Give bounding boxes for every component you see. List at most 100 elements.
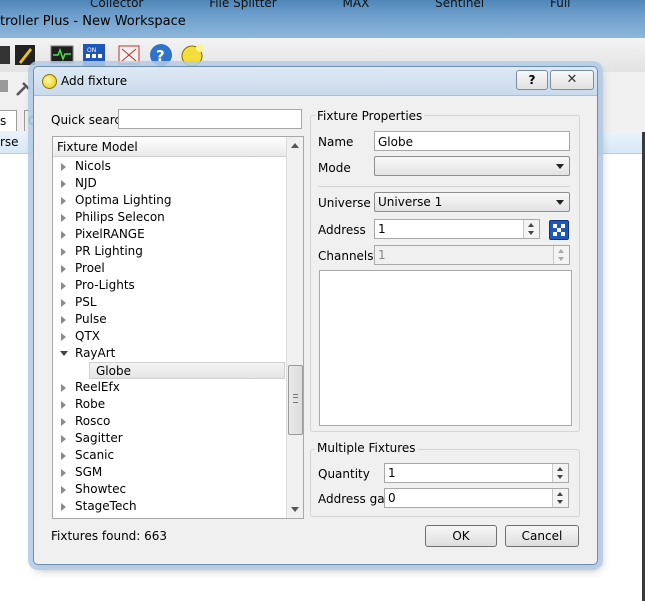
name-field[interactable] xyxy=(374,131,570,151)
mode-label: Mode xyxy=(318,161,351,175)
mode-select[interactable] xyxy=(374,156,570,176)
address-gap-stepper[interactable] xyxy=(552,489,568,507)
cancel-button[interactable]: Cancel xyxy=(505,525,579,547)
tree-collapsed-arrow-icon[interactable] xyxy=(61,418,66,426)
spin-down-icon[interactable] xyxy=(557,500,563,504)
tree-item-manufacturer[interactable]: Showtec xyxy=(53,481,286,498)
tree-item-manufacturer[interactable]: RayArt xyxy=(53,345,286,362)
tree-collapsed-arrow-icon[interactable] xyxy=(61,401,66,409)
universe-value: Universe 1 xyxy=(378,195,443,209)
address-gap-spinbox[interactable]: 0 xyxy=(384,488,569,508)
quick-search-input[interactable] xyxy=(122,111,301,129)
tree-collapsed-arrow-icon[interactable] xyxy=(61,452,66,460)
taskbar-item: File Splitter xyxy=(209,0,277,10)
tree-item-manufacturer[interactable]: SGM xyxy=(53,464,286,481)
name-input[interactable] xyxy=(378,133,569,151)
about-bulb-icon[interactable] xyxy=(181,43,205,67)
tree-item-manufacturer[interactable]: PR Lighting xyxy=(53,243,286,260)
tree-item-manufacturer[interactable]: Nicols xyxy=(53,158,286,175)
partial-toolbar-icon[interactable] xyxy=(0,80,8,92)
monitor-icon[interactable] xyxy=(50,43,74,67)
tree-collapsed-arrow-icon[interactable] xyxy=(61,299,66,307)
quick-search-field[interactable] xyxy=(118,109,302,129)
tree-item-manufacturer[interactable]: Proel xyxy=(53,260,286,277)
fixture-model-tree[interactable]: Fixture Model Nicols NJD Optima Lighting Ph… xyxy=(52,136,304,519)
tree-item-manufacturer[interactable]: PixelRANGE xyxy=(53,226,286,243)
tree-collapsed-arrow-icon[interactable] xyxy=(61,197,66,205)
tree-collapsed-arrow-icon[interactable] xyxy=(61,163,66,171)
dmx-grid-icon xyxy=(553,224,565,236)
tree-item-manufacturer[interactable]: Sagitter xyxy=(53,430,286,447)
quantity-label: Quantity xyxy=(318,467,370,481)
scroll-down-arrow-icon[interactable] xyxy=(291,507,299,512)
tree-item-manufacturer[interactable]: PSL xyxy=(53,294,286,311)
tree-collapsed-arrow-icon[interactable] xyxy=(61,282,66,290)
column-header-universe: rse xyxy=(0,135,19,149)
tree-item-manufacturer[interactable]: Robe xyxy=(53,396,286,413)
tree-collapsed-arrow-icon[interactable] xyxy=(61,180,66,188)
tree-item-label: Optima Lighting xyxy=(75,193,172,207)
tree-collapsed-arrow-icon[interactable] xyxy=(61,316,66,324)
tree-expanded-arrow-icon[interactable] xyxy=(60,351,68,356)
help-button[interactable]: ? xyxy=(516,70,548,90)
tree-header-fixture-model[interactable]: Fixture Model xyxy=(53,137,286,157)
name-label: Name xyxy=(318,135,354,149)
tab-partial-1[interactable]: s xyxy=(0,110,17,131)
taskbar-item: MAX xyxy=(342,0,370,10)
toolbar-partial-icon[interactable] xyxy=(0,43,14,67)
tree-item-model[interactable]: Globe xyxy=(89,362,285,379)
tree-item-label: Pulse xyxy=(75,312,107,326)
bulb-icon xyxy=(42,74,57,89)
tree-collapsed-arrow-icon[interactable] xyxy=(61,435,66,443)
scroll-up-arrow-icon[interactable] xyxy=(291,143,299,148)
taskbar-item: Full xyxy=(549,0,571,10)
universe-select[interactable]: Universe 1 xyxy=(374,192,570,212)
ok-button[interactable]: OK xyxy=(425,525,497,547)
tree-item-manufacturer[interactable]: ReelEfx xyxy=(53,379,286,396)
tree-item-manufacturer[interactable]: StageTech xyxy=(53,498,286,515)
spin-down-icon[interactable] xyxy=(557,475,563,479)
address-value: 1 xyxy=(378,222,386,236)
spin-up-icon xyxy=(558,249,564,253)
tree-collapsed-arrow-icon[interactable] xyxy=(61,469,66,477)
tree-item-manufacturer[interactable]: Philips Selecon xyxy=(53,209,286,226)
quantity-stepper[interactable] xyxy=(552,464,568,482)
tree-item-manufacturer[interactable]: Rosco xyxy=(53,413,286,430)
dialog-titlebar: Add fixture ? ✕ xyxy=(34,67,597,96)
tree-collapsed-arrow-icon[interactable] xyxy=(61,384,66,392)
close-button[interactable]: ✕ xyxy=(550,70,594,90)
tree-collapsed-arrow-icon[interactable] xyxy=(61,231,66,239)
spin-up-icon[interactable] xyxy=(557,467,563,471)
tree-collapsed-arrow-icon[interactable] xyxy=(61,503,66,511)
edit-pencil-icon[interactable] xyxy=(13,43,37,67)
tree-collapsed-arrow-icon[interactable] xyxy=(61,214,66,222)
address-stepper[interactable] xyxy=(523,220,539,238)
tree-collapsed-arrow-icon[interactable] xyxy=(61,265,66,273)
tree-item-manufacturer[interactable]: Pro-Lights xyxy=(53,277,286,294)
tree-item-manufacturer[interactable]: NJD xyxy=(53,175,286,192)
fullscreen-icon[interactable] xyxy=(117,43,141,67)
tree-collapsed-arrow-icon[interactable] xyxy=(61,248,66,256)
wrench-icon[interactable] xyxy=(14,80,32,98)
spin-up-icon[interactable] xyxy=(528,223,534,227)
spin-up-icon[interactable] xyxy=(557,492,563,496)
dmx-output-icon[interactable]: ON xyxy=(82,43,106,67)
address-label: Address xyxy=(318,223,366,237)
tree-item-manufacturer[interactable]: Optima Lighting xyxy=(53,192,286,209)
quantity-spinbox[interactable]: 1 xyxy=(384,463,569,483)
tree-item-label: RayArt xyxy=(75,346,116,360)
tree-item-manufacturer[interactable]: Pulse xyxy=(53,311,286,328)
channel-list[interactable] xyxy=(319,270,572,426)
svg-text:?: ? xyxy=(156,47,165,65)
scrollbar-thumb[interactable] xyxy=(288,365,303,435)
tree-collapsed-arrow-icon[interactable] xyxy=(61,486,66,494)
add-fixture-dialog: Add fixture ? ✕ Quick search Fixture Mod… xyxy=(33,66,598,565)
address-spinbox[interactable]: 1 xyxy=(374,219,540,239)
spin-down-icon[interactable] xyxy=(528,231,534,235)
tree-item-manufacturer[interactable]: Scanic xyxy=(53,447,286,464)
tree-collapsed-arrow-icon[interactable] xyxy=(61,333,66,341)
help-icon[interactable]: ? xyxy=(149,43,173,67)
address-tool-button[interactable] xyxy=(549,220,569,240)
tree-vertical-scrollbar[interactable] xyxy=(286,137,303,518)
tree-item-manufacturer[interactable]: QTX xyxy=(53,328,286,345)
